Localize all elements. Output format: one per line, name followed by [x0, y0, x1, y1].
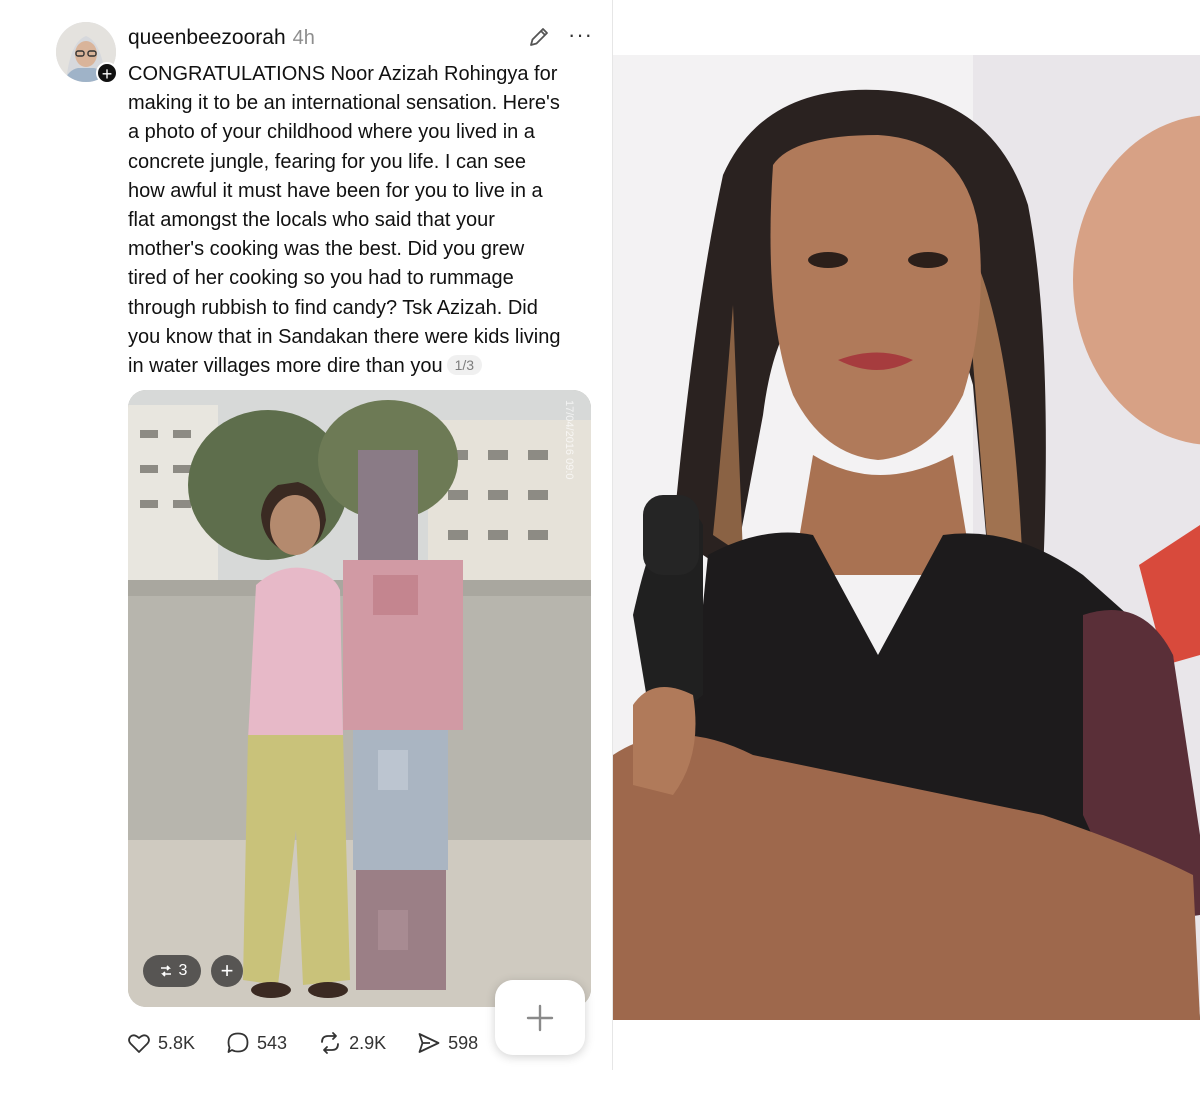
post-text-line: in water villages more dire than you 1/3	[128, 352, 598, 381]
post-time: 4h	[292, 26, 315, 49]
post-text-line: concrete jungle, fearing for you life. I…	[128, 150, 527, 173]
media-counter: 1/3	[446, 354, 483, 375]
comment-button[interactable]: 543	[225, 1030, 287, 1056]
avatar[interactable]: +	[56, 22, 118, 84]
post-text-line: mother's cooking was the best. Did you g…	[128, 238, 525, 261]
threads-post-panel: + queenbeezoorah 4h ··· CONGRATULATIONS …	[0, 0, 612, 1113]
more-icon[interactable]: ···	[568, 24, 592, 50]
repost-chip-count: 3	[178, 962, 188, 979]
like-button[interactable]: 5.8K	[126, 1030, 195, 1056]
post-text-line: making it to be an international sensati…	[128, 92, 560, 115]
share-icon	[418, 1033, 440, 1053]
portrait-photo	[613, 55, 1200, 1020]
plus-icon	[526, 1004, 554, 1031]
post-text-line-end: in water villages more dire than you	[128, 354, 443, 377]
post-text-line: through rubbish to find candy? Tsk Aziza…	[128, 296, 538, 319]
repost-icon	[160, 965, 171, 977]
post-header: queenbeezoorah 4h	[128, 24, 315, 52]
repost-icon	[321, 1032, 339, 1054]
post-text-line: a photo of your childhood where you live…	[128, 121, 535, 144]
username[interactable]: queenbeezoorah	[128, 26, 286, 50]
post-photo[interactable]: 17/04/2016 09:0	[128, 390, 591, 1007]
post-text-line: CONGRATULATIONS Noor Azizah Rohingya for	[128, 63, 558, 85]
comment-icon	[227, 1032, 249, 1053]
portrait-image-panel[interactable]: cikgukamil4436	[613, 0, 1200, 1113]
repost-chip[interactable]: 3	[143, 955, 201, 987]
new-post-button[interactable]	[495, 980, 585, 1055]
post-actions: 5.8K 543 2.9K 598	[126, 1028, 508, 1058]
post-text-line: flat amongst the locals who said that yo…	[128, 208, 495, 231]
share-button[interactable]: 598	[416, 1030, 478, 1056]
heart-icon	[128, 1034, 150, 1053]
share-count: 598	[448, 1032, 479, 1053]
photo-date-stamp: 17/04/2016 09:0	[563, 400, 575, 480]
repost-count: 2.9K	[349, 1032, 387, 1053]
edit-icon[interactable]	[526, 24, 552, 50]
add-chip-plus-icon[interactable]: +	[211, 955, 243, 987]
comment-count: 543	[257, 1032, 288, 1053]
post-text-line: tired of her cooking so you had to rumma…	[128, 267, 514, 290]
repost-button[interactable]: 2.9K	[317, 1030, 386, 1056]
post-text-line: how awful it must have been for you to l…	[128, 179, 543, 202]
like-count: 5.8K	[158, 1032, 196, 1053]
post-text-line: you know that in Sandakan there were kid…	[128, 325, 561, 348]
follow-plus-icon[interactable]: +	[96, 62, 118, 84]
post-text: CONGRATULATIONS Noor Azizah Rohingya for…	[128, 60, 598, 381]
